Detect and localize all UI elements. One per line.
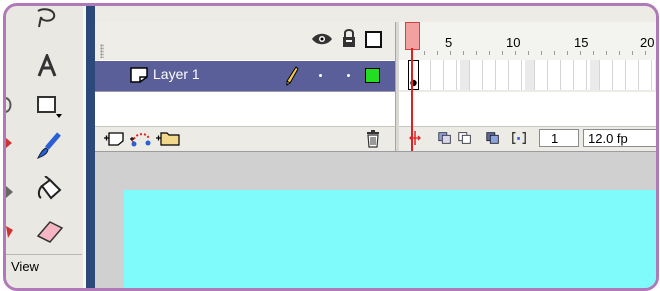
frame-cell[interactable]	[538, 60, 548, 90]
rectangle-tool-icon[interactable]	[36, 94, 64, 120]
lock-dot[interactable]	[347, 74, 350, 77]
frame-cell[interactable]	[642, 60, 652, 90]
ruler-label-5: 5	[445, 35, 453, 50]
eyedropper-icon[interactable]	[6, 224, 14, 240]
frame-cell[interactable]	[564, 60, 574, 90]
brush-tool-icon[interactable]	[36, 132, 62, 160]
onion-skin-icon[interactable]	[437, 130, 453, 146]
frames-empty-area	[399, 92, 656, 126]
frame-ruler[interactable]: 1 5 10 15 20	[399, 22, 656, 61]
ruler-tick	[593, 51, 594, 55]
frame-cell[interactable]	[590, 60, 600, 90]
eraser-icon[interactable]	[34, 218, 66, 244]
layer-toolbar	[95, 126, 395, 152]
frame-cell[interactable]	[655, 60, 656, 90]
pen-tool-icon[interactable]	[6, 136, 14, 150]
ruler-tick	[645, 51, 646, 55]
app-window: View Layer 1 5 10 15 20 1 12.0 fp	[3, 3, 659, 291]
text-tool-icon[interactable]	[36, 54, 58, 78]
current-frame-field[interactable]: 1	[539, 129, 579, 147]
delete-layer-icon[interactable]	[365, 130, 381, 148]
ruler-tick	[541, 51, 542, 55]
stage-canvas[interactable]	[124, 190, 656, 288]
eye-icon[interactable]	[311, 32, 333, 46]
frame-cell[interactable]	[629, 60, 639, 90]
ruler-tick	[515, 51, 516, 55]
ruler-tick	[489, 51, 490, 55]
ruler-label-15: 15	[574, 35, 589, 50]
tools-separator	[6, 254, 82, 255]
tools-panel: View	[6, 6, 86, 288]
edit-multiple-frames-icon[interactable]	[485, 130, 501, 146]
ruler-tick	[463, 51, 464, 55]
frame-cell[interactable]	[460, 60, 470, 90]
frame-cell[interactable]	[512, 60, 522, 90]
ruler-tick	[476, 51, 477, 55]
ruler-tick	[567, 51, 568, 55]
layer-list-empty	[95, 92, 395, 126]
ruler-tick	[580, 51, 581, 55]
frame-rate-field[interactable]: 12.0 fp	[583, 129, 656, 147]
ruler-label-20: 20	[640, 35, 655, 50]
keyframe-icon[interactable]	[408, 60, 420, 90]
frames-toolbar: 1 12.0 fp	[399, 126, 656, 152]
playhead-marker[interactable]	[405, 22, 420, 50]
timeline-panel: Layer 1 5 10 15 20 1 12.0 fp	[95, 6, 656, 152]
frame-cell[interactable]	[447, 60, 457, 90]
layer-icon	[130, 67, 148, 83]
lasso-icon[interactable]	[34, 8, 60, 30]
ruler-tick	[632, 51, 633, 55]
onion-skin-outlines-icon[interactable]	[457, 130, 473, 146]
ink-bottle-icon[interactable]	[6, 184, 14, 200]
frame-cell[interactable]	[421, 60, 431, 90]
ruler-tick	[554, 51, 555, 55]
insert-folder-icon[interactable]	[155, 129, 181, 147]
pencil-icon[interactable]	[285, 66, 299, 86]
ruler-tick	[606, 51, 607, 55]
ruler-tick	[619, 51, 620, 55]
lock-icon[interactable]	[341, 28, 357, 48]
frames-row[interactable]	[399, 60, 656, 90]
ruler-tick	[528, 51, 529, 55]
visibility-dot[interactable]	[319, 74, 322, 77]
ruler-tick	[450, 51, 451, 55]
ruler-tick	[424, 51, 425, 55]
frame-cell[interactable]	[473, 60, 483, 90]
frame-cell[interactable]	[551, 60, 561, 90]
outline-color-swatch[interactable]	[365, 68, 380, 83]
view-section-label: View	[11, 259, 39, 274]
frame-cell[interactable]	[603, 60, 613, 90]
panel-gutter	[86, 6, 95, 288]
paint-bucket-icon[interactable]	[36, 176, 64, 204]
ruler-label-10: 10	[506, 35, 521, 50]
ruler-tick	[502, 51, 503, 55]
insert-layer-icon[interactable]	[103, 131, 125, 147]
ruler-tick	[437, 51, 438, 55]
add-motion-guide-icon[interactable]	[129, 129, 153, 147]
ruler-tick	[658, 51, 659, 55]
playhead-line	[411, 48, 413, 151]
panel-grip-icon[interactable]	[100, 44, 104, 58]
layer-name[interactable]: Layer 1	[153, 66, 200, 82]
frame-cell[interactable]	[486, 60, 496, 90]
frame-cell[interactable]	[616, 60, 626, 90]
modify-onion-markers-icon[interactable]	[511, 130, 527, 146]
layer-header	[95, 22, 395, 58]
frame-cell[interactable]	[577, 60, 587, 90]
frame-cell[interactable]	[434, 60, 444, 90]
outline-icon[interactable]	[365, 31, 382, 48]
frame-cell[interactable]	[525, 60, 535, 90]
center-frame-icon[interactable]	[407, 130, 423, 146]
frame-cell[interactable]	[499, 60, 509, 90]
layer-row[interactable]: Layer 1	[95, 60, 395, 92]
subselection-icon[interactable]	[6, 96, 16, 114]
